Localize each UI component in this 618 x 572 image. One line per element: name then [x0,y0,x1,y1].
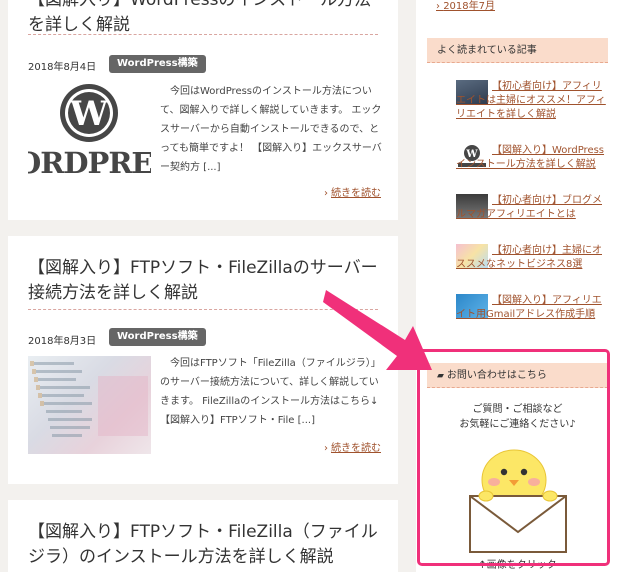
pointer-arrow-icon [323,290,432,370]
